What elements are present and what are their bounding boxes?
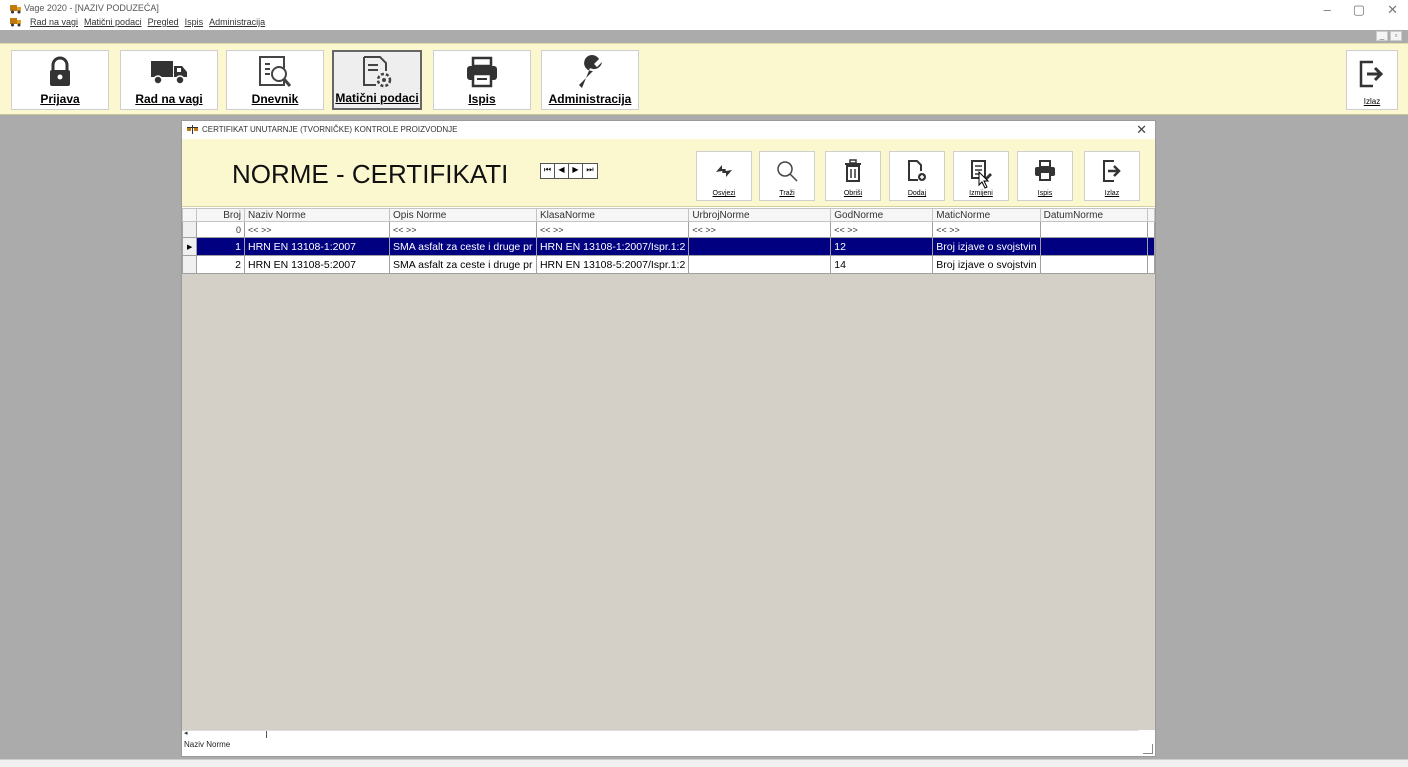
menu-ispis[interactable]: Ispis — [185, 17, 204, 27]
norme-grid: Broj Naziv Norme Opis Norme KlasaNorme U… — [182, 208, 1155, 730]
last-record-icon[interactable]: ⏭ — [583, 164, 597, 178]
child-close-icon[interactable]: ✕ — [1136, 122, 1147, 138]
column-header[interactable]: MaticNorme — [932, 208, 1041, 222]
mdi-restore-icon[interactable]: ▫ — [1390, 31, 1402, 41]
record-navigator: ⏮ ◀ ▶ ⏭ — [540, 163, 598, 179]
refresh-icon — [716, 165, 732, 177]
page-title: NORME - CERTIFIKATI — [232, 159, 509, 189]
minimize-icon[interactable]: – — [1324, 2, 1331, 18]
lock-icon — [50, 56, 70, 86]
current-field-label: Naziv Norme — [184, 740, 231, 749]
search-icon — [777, 161, 798, 182]
child-header: NORME - CERTIFIKATI ⏮ ◀ ▶ ⏭ Osvjezi Traž… — [182, 139, 1155, 207]
maximize-icon[interactable]: ▢ — [1353, 2, 1365, 18]
izlaz-child-button[interactable]: Izlaz — [1084, 151, 1140, 201]
menu-bar: Rad na vagi Matični podaci Pregled Ispis… — [10, 17, 265, 27]
exit-icon — [1103, 160, 1121, 182]
column-header[interactable]: UrbrojNorme — [688, 208, 832, 222]
column-header[interactable]: GodNorme — [830, 208, 934, 222]
first-record-icon[interactable]: ⏮ — [541, 164, 555, 178]
close-icon[interactable]: ✕ — [1387, 2, 1398, 18]
column-header[interactable]: KlasaNorme — [535, 208, 690, 222]
filter-cell[interactable]: << >> — [932, 221, 1041, 238]
child-window-title: CERTIFIKAT UNUTARNJE (TVORNIČKE) KONTROL… — [202, 125, 458, 134]
exit-icon — [1359, 60, 1384, 88]
filter-cell[interactable]: << >> — [830, 221, 934, 238]
rad-na-vagi-button[interactable]: Rad na vagi — [120, 50, 218, 110]
main-toolbar: Prijava Rad na vagi Dnevnik Matični poda… — [0, 43, 1408, 115]
column-header[interactable]: DatumNorme — [1039, 208, 1148, 222]
truck-menu-icon[interactable] — [10, 17, 22, 27]
current-row-indicator-icon: ▶ — [182, 237, 198, 256]
dnevnik-button[interactable]: Dnevnik — [226, 50, 324, 110]
truck-icon — [151, 60, 187, 85]
menu-pregled[interactable]: Pregled — [148, 17, 179, 27]
izlaz-button[interactable]: Izlaz — [1346, 50, 1398, 110]
title-bar: Vage 2020 - [NAZIV PODUZEĆA] Rad na vagi… — [0, 0, 1408, 30]
previous-record-icon[interactable]: ◀ — [555, 164, 569, 178]
status-bar — [0, 759, 1408, 767]
obrisi-button[interactable]: Obriši — [825, 151, 881, 201]
journal-search-icon — [259, 55, 292, 87]
filter-cell[interactable]: << >> — [535, 221, 690, 238]
printer-icon — [467, 56, 497, 87]
maticni-podaci-button[interactable]: Matični podaci — [332, 50, 422, 110]
filter-cell[interactable]: 0 — [196, 221, 245, 238]
menu-rad-na-vagi[interactable]: Rad na vagi — [30, 17, 78, 27]
prijava-button[interactable]: Prijava — [11, 50, 109, 110]
trash-icon — [845, 159, 861, 182]
filter-cell[interactable]: << >> — [688, 221, 832, 238]
horizontal-scrollbar[interactable]: ◂ — [182, 730, 1139, 738]
mdi-controls: _ ▫ — [1376, 31, 1402, 41]
filter-cell[interactable] — [1039, 221, 1148, 238]
menu-maticni-podaci[interactable]: Matični podaci — [84, 17, 142, 27]
scroll-thumb[interactable] — [266, 731, 267, 738]
document-settings-icon — [363, 55, 392, 87]
printer-icon — [1035, 160, 1055, 181]
mdi-minimize-icon[interactable]: _ — [1376, 31, 1388, 41]
dodaj-button[interactable]: Dodaj — [889, 151, 945, 201]
window-title: Vage 2020 - [NAZIV PODUZEĆA] — [24, 3, 159, 13]
window-controls: – ▢ ✕ — [1324, 2, 1398, 18]
wrench-icon — [579, 54, 602, 88]
add-document-icon — [908, 160, 926, 181]
mouse-cursor-icon — [978, 171, 990, 189]
truck-app-icon — [10, 5, 21, 14]
child-title-bar: CERTIFIKAT UNUTARNJE (TVORNIČKE) KONTROL… — [182, 121, 1155, 139]
grid-header-row: Broj Naziv Norme Opis Norme KlasaNorme U… — [182, 208, 1155, 222]
administracija-button[interactable]: Administracija — [541, 50, 639, 110]
filter-cell[interactable]: << >> — [389, 221, 537, 238]
filter-row[interactable]: 0 << >> << >> << >> << >> << >> << >> — [182, 221, 1155, 238]
norme-certifikati-window: CERTIFIKAT UNUTARNJE (TVORNIČKE) KONTROL… — [181, 120, 1156, 757]
resize-grip[interactable] — [1143, 744, 1153, 754]
column-header[interactable]: Naziv Norme — [243, 208, 391, 222]
next-record-icon[interactable]: ▶ — [569, 164, 583, 178]
scale-icon — [187, 125, 198, 134]
column-header[interactable]: Broj — [196, 208, 245, 222]
scroll-left-icon[interactable]: ◂ — [184, 729, 188, 737]
table-row[interactable]: ▶ 1 HRN EN 13108-1:2007 SMA asfalt za ce… — [182, 237, 1155, 256]
table-row[interactable]: 2 HRN EN 13108-5:2007 SMA asfalt za cest… — [182, 255, 1155, 274]
ispis-record-button[interactable]: Ispis — [1017, 151, 1073, 201]
ispis-button[interactable]: Ispis — [433, 50, 531, 110]
filter-cell[interactable]: << >> — [243, 221, 391, 238]
menu-administracija[interactable]: Administracija — [209, 17, 265, 27]
trazi-button[interactable]: Traži — [759, 151, 815, 201]
osvjezi-button[interactable]: Osvjezi — [696, 151, 752, 201]
column-header[interactable]: Opis Norme — [389, 208, 537, 222]
